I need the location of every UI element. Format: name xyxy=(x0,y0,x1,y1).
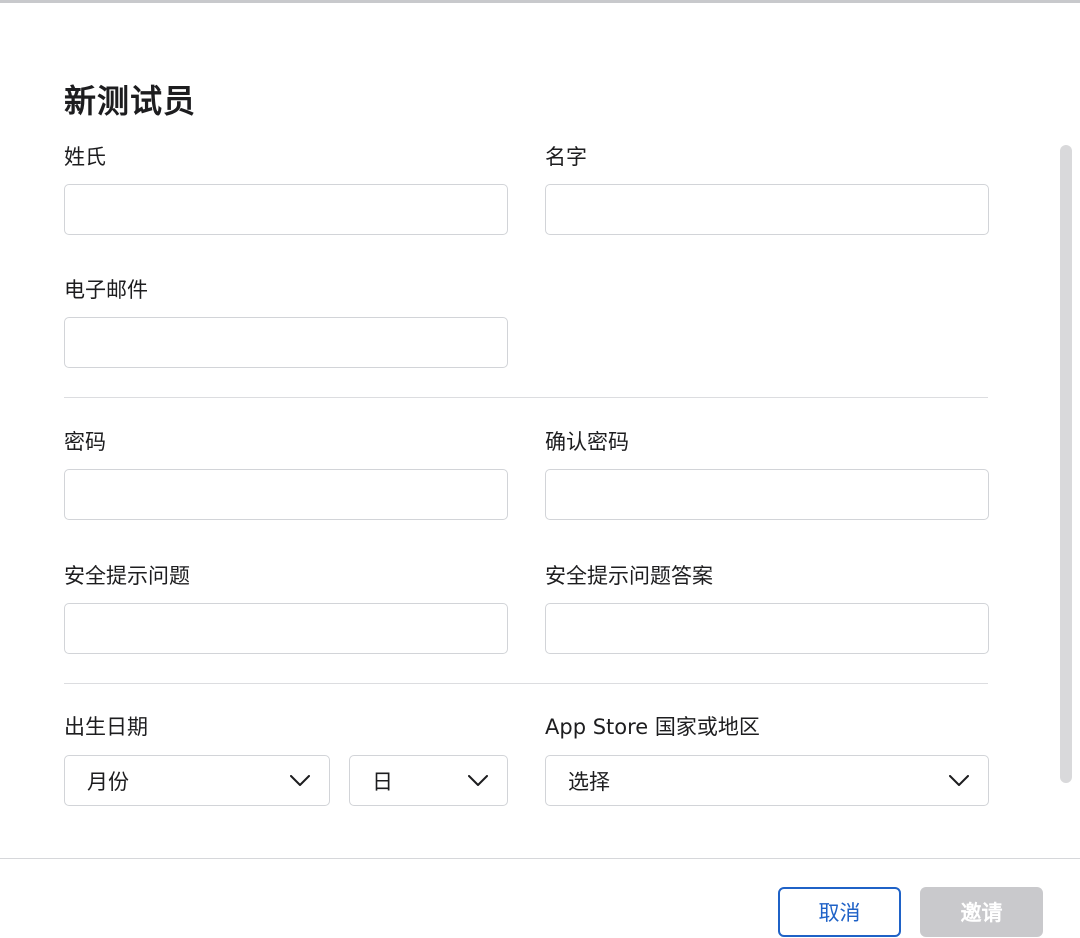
app-store-region-select[interactable]: 选择 xyxy=(545,755,989,806)
first-name-label: 名字 xyxy=(545,145,587,169)
chevron-down-icon xyxy=(467,770,489,792)
scrollbar-thumb[interactable] xyxy=(1060,145,1072,783)
last-name-label: 姓氏 xyxy=(64,145,106,169)
confirm-password-input[interactable] xyxy=(545,469,989,520)
email-input[interactable] xyxy=(64,317,508,368)
first-name-input[interactable] xyxy=(545,184,989,235)
app-store-region-label: App Store 国家或地区 xyxy=(545,715,760,739)
cancel-button[interactable]: 取消 xyxy=(778,887,901,937)
dialog-footer: 取消 邀请 xyxy=(0,858,1080,938)
birth-month-value: 月份 xyxy=(87,769,129,794)
password-label: 密码 xyxy=(64,430,106,454)
chevron-down-icon xyxy=(948,770,970,792)
new-tester-dialog: 新测试员 姓氏 名字 电子邮件 密码 确认密码 安全提示问题 安全提示问题答案 … xyxy=(0,0,1080,938)
security-question-label: 安全提示问题 xyxy=(64,564,190,588)
app-store-region-value: 选择 xyxy=(568,769,610,794)
birth-month-select[interactable]: 月份 xyxy=(64,755,330,806)
last-name-input[interactable] xyxy=(64,184,508,235)
confirm-password-label: 确认密码 xyxy=(545,430,629,454)
email-label: 电子邮件 xyxy=(64,278,148,302)
security-answer-input[interactable] xyxy=(545,603,989,654)
section-divider xyxy=(64,397,988,398)
section-divider xyxy=(64,683,988,684)
chevron-down-icon xyxy=(289,770,311,792)
dialog-content: 新测试员 姓氏 名字 电子邮件 密码 确认密码 安全提示问题 安全提示问题答案 … xyxy=(0,3,1050,858)
security-question-input[interactable] xyxy=(64,603,508,654)
birth-day-value: 日 xyxy=(372,769,393,794)
birth-date-label: 出生日期 xyxy=(64,715,148,739)
password-input[interactable] xyxy=(64,469,508,520)
security-answer-label: 安全提示问题答案 xyxy=(545,564,713,588)
dialog-title: 新测试员 xyxy=(64,82,197,120)
invite-button: 邀请 xyxy=(920,887,1043,937)
birth-day-select[interactable]: 日 xyxy=(349,755,508,806)
